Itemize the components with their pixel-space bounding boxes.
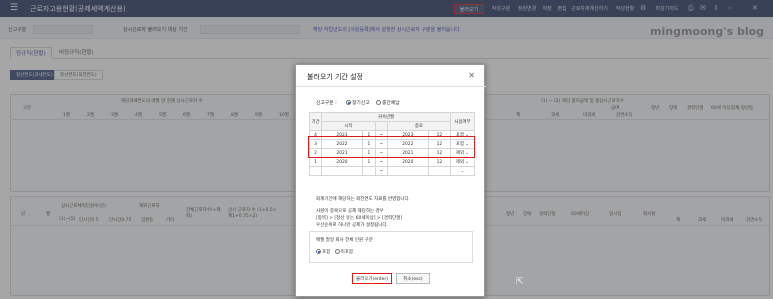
table-row[interactable]: ~ ⌄ (309, 166, 475, 176)
start-month[interactable] (362, 166, 376, 176)
radio-unchecked-icon (376, 100, 381, 105)
start-month[interactable]: 1 (362, 157, 376, 167)
use-select[interactable]: ⌄ (450, 166, 475, 176)
highlight-selected-rows (308, 136, 475, 158)
radio-include[interactable]: 포함 (316, 249, 331, 255)
start-year[interactable]: 2020 (320, 157, 364, 167)
radio-checked-icon (346, 100, 351, 105)
th-use: 사용여부 (450, 112, 475, 131)
th-end: 종료 (386, 121, 452, 131)
chevron-down-icon: ⌄ (465, 160, 470, 165)
radio-checked-icon (316, 249, 321, 254)
radio-interim[interactable]: 중간예납 (376, 99, 400, 106)
end-year[interactable]: 2020 (386, 157, 429, 167)
end-month[interactable] (427, 166, 452, 176)
radio-exclude[interactable]: 미포함 (334, 249, 353, 255)
row-no: 1 (309, 157, 322, 167)
note-line-1: 회계기간에 해당하는 회전연도 자료를 반영합니다. (316, 197, 411, 202)
headcount-label: 매월 말일 회사 전체 인원 구분 (316, 238, 373, 243)
chevron-down-icon: ⌄ (460, 168, 465, 174)
dialog-title: 불러오기 기간 설정 (307, 73, 363, 81)
headcount-section: 매월 말일 회사 전체 인원 구분 포함 미포함 (309, 231, 473, 263)
use-value: 제외 (455, 160, 464, 165)
radio-regular[interactable]: 정기신고 (346, 99, 370, 106)
range-dash: ~ (374, 157, 388, 167)
row-no (309, 166, 322, 176)
cancel-button[interactable]: 취소(esc) (396, 273, 430, 284)
note-line-2: 사원이 중복으로 공제 해당하는 경우 (316, 209, 384, 214)
cursor-icon: ⇱ (516, 277, 524, 287)
report-type-label: 신고구분 : (316, 101, 337, 106)
radio-exclude-label: 미포함 (340, 250, 353, 255)
headcount-options: 포함 미포함 (316, 249, 353, 255)
radio-include-label: 포함 (322, 250, 331, 255)
radio-regular-label: 정기신고 (352, 101, 370, 106)
radio-interim-label: 중간예납 (382, 101, 400, 106)
load-period-dialog: 불러오기 기간 설정 ✕ 신고구분 : 정기신고 중간예납 기간 귀속년월 사용… (295, 64, 486, 297)
th-period: 기간 (309, 112, 322, 131)
th-start: 시작 (321, 121, 376, 131)
load-confirm-button[interactable]: 불러오기(enter) (352, 273, 392, 284)
close-icon[interactable]: ✕ (468, 71, 475, 80)
end-year[interactable] (386, 166, 429, 176)
note-line-3: [항목] > [정산 유는 60세이상] > [경력단절] (316, 216, 403, 221)
dialog-divider (296, 86, 486, 87)
radio-unchecked-icon (334, 249, 340, 254)
range-dash: ~ (374, 166, 388, 176)
end-month[interactable]: 12 (427, 157, 452, 167)
use-select[interactable]: 제외 ⌄ (450, 157, 475, 167)
note-line-4: 우선순위로 하나만 공제가 설정됩니다. (316, 223, 388, 228)
table-row[interactable]: 1 2020 1 ~ 2020 12 제외 ⌄ (309, 157, 475, 167)
th-blank (374, 121, 388, 131)
th-attr-period: 귀속년월 (321, 112, 451, 122)
start-year[interactable] (320, 166, 364, 176)
